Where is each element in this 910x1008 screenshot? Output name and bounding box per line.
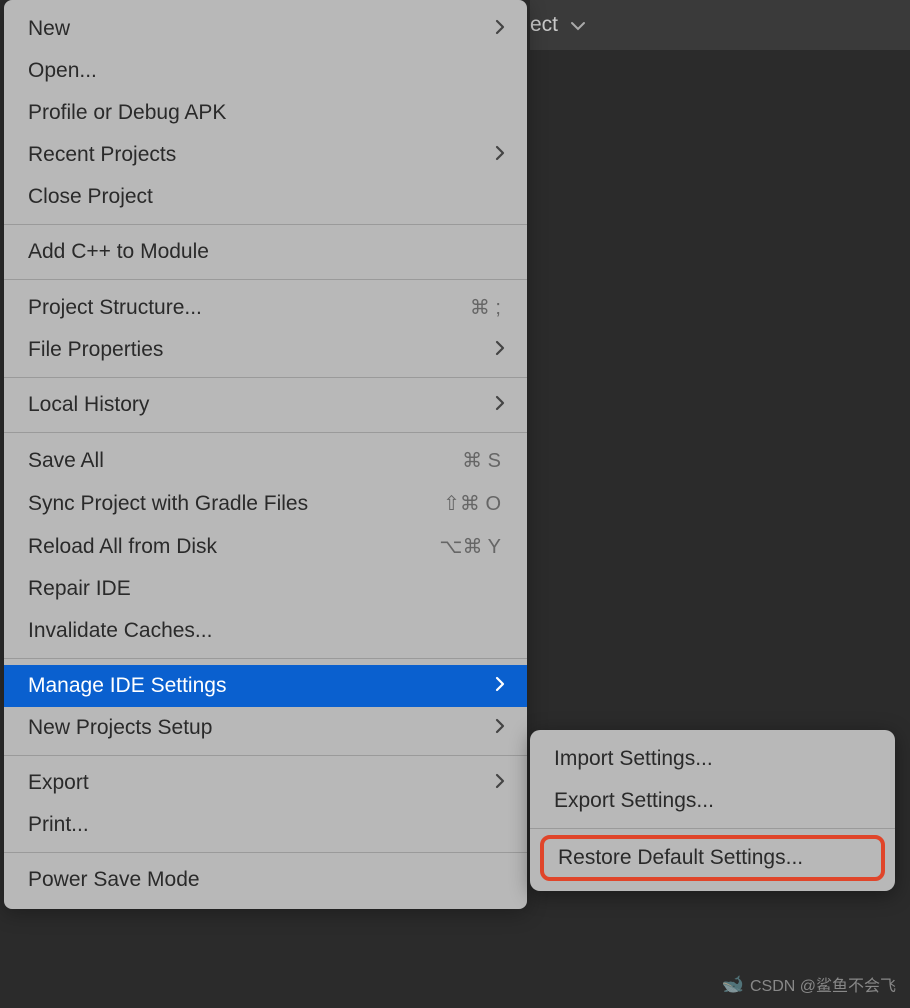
menu-item-new-projects-setup[interactable]: New Projects Setup [4, 707, 527, 749]
chevron-right-icon [491, 773, 505, 794]
menu-item-label: Save All [28, 449, 462, 473]
menu-item-print[interactable]: Print... [4, 804, 527, 846]
menu-separator [4, 432, 527, 433]
submenu-item-label: Import Settings... [554, 747, 713, 770]
menu-item-project-structure[interactable]: Project Structure...⌘ ; [4, 286, 527, 329]
menu-item-label: File Properties [28, 338, 491, 362]
menu-item-label: Open... [28, 59, 505, 83]
menu-item-profile-or-debug-apk[interactable]: Profile or Debug APK [4, 92, 527, 134]
menu-item-new[interactable]: New [4, 8, 527, 50]
menu-item-local-history[interactable]: Local History [4, 384, 527, 426]
menu-item-label: Local History [28, 393, 491, 417]
menu-item-label: Project Structure... [28, 296, 470, 320]
submenu-item-import-settings[interactable]: Import Settings... [530, 738, 895, 780]
background-text: ect [530, 13, 558, 37]
menu-item-export[interactable]: Export [4, 762, 527, 804]
menu-item-shortcut: ⌥⌘ Y [439, 534, 501, 559]
menu-separator [4, 755, 527, 756]
chevron-right-icon [491, 676, 505, 697]
menu-item-label: New Projects Setup [28, 716, 491, 740]
menu-item-label: Recent Projects [28, 143, 491, 167]
menu-separator [4, 852, 527, 853]
menu-item-reload-all-from-disk[interactable]: Reload All from Disk⌥⌘ Y [4, 525, 527, 568]
menu-item-shortcut: ⌘ ; [470, 295, 501, 320]
chevron-right-icon [491, 19, 505, 40]
menu-item-label: Invalidate Caches... [28, 619, 505, 643]
chevron-down-icon [570, 13, 586, 37]
menu-item-manage-ide-settings[interactable]: Manage IDE Settings [4, 665, 527, 707]
submenu-item-label: Restore Default Settings... [558, 846, 803, 869]
menu-item-sync-project-with-gradle-files[interactable]: Sync Project with Gradle Files⇧⌘ O [4, 482, 527, 525]
menu-item-label: Repair IDE [28, 577, 505, 601]
menu-item-invalidate-caches[interactable]: Invalidate Caches... [4, 610, 527, 652]
watermark: 🐋 CSDN @鲨鱼不会飞 [722, 972, 896, 996]
menu-item-recent-projects[interactable]: Recent Projects [4, 134, 527, 176]
menu-separator [4, 377, 527, 378]
menu-item-label: Manage IDE Settings [28, 674, 491, 698]
menu-item-shortcut: ⇧⌘ O [443, 491, 501, 516]
menu-item-label: Sync Project with Gradle Files [28, 492, 443, 516]
menu-item-close-project[interactable]: Close Project [4, 176, 527, 218]
menu-item-shortcut: ⌘ S [462, 448, 501, 473]
chevron-right-icon [491, 340, 505, 361]
menu-item-power-save-mode[interactable]: Power Save Mode [4, 859, 527, 901]
menu-item-label: Export [28, 771, 491, 795]
menu-item-label: Print... [28, 813, 505, 837]
watermark-text: CSDN @鲨鱼不会飞 [750, 972, 896, 996]
menu-item-add-c-to-module[interactable]: Add C++ to Module [4, 231, 527, 273]
menu-separator [4, 224, 527, 225]
submenu-separator [530, 828, 895, 829]
menu-separator [4, 279, 527, 280]
menu-item-label: Power Save Mode [28, 868, 505, 892]
submenu-item-restore-default-settings[interactable]: Restore Default Settings... [540, 835, 885, 881]
menu-item-label: Profile or Debug APK [28, 101, 505, 125]
menu-separator [4, 658, 527, 659]
menu-item-label: Add C++ to Module [28, 240, 505, 264]
menu-item-repair-ide[interactable]: Repair IDE [4, 568, 527, 610]
menu-item-label: Close Project [28, 185, 505, 209]
menu-item-open[interactable]: Open... [4, 50, 527, 92]
chevron-right-icon [491, 718, 505, 739]
menu-item-file-properties[interactable]: File Properties [4, 329, 527, 371]
whale-icon: 🐋 [722, 974, 744, 995]
chevron-right-icon [491, 395, 505, 416]
chevron-right-icon [491, 145, 505, 166]
menu-item-save-all[interactable]: Save All⌘ S [4, 439, 527, 482]
menu-item-label: Reload All from Disk [28, 535, 439, 559]
manage-ide-settings-submenu[interactable]: Import Settings... Export Settings... Rest… [530, 730, 895, 891]
menu-item-label: New [28, 17, 491, 41]
submenu-item-export-settings[interactable]: Export Settings... [530, 780, 895, 822]
file-menu[interactable]: New Open... Profile or Debug APK Recent Pro… [4, 0, 527, 909]
background-toolbar: ect [530, 0, 910, 50]
submenu-item-label: Export Settings... [554, 789, 714, 812]
